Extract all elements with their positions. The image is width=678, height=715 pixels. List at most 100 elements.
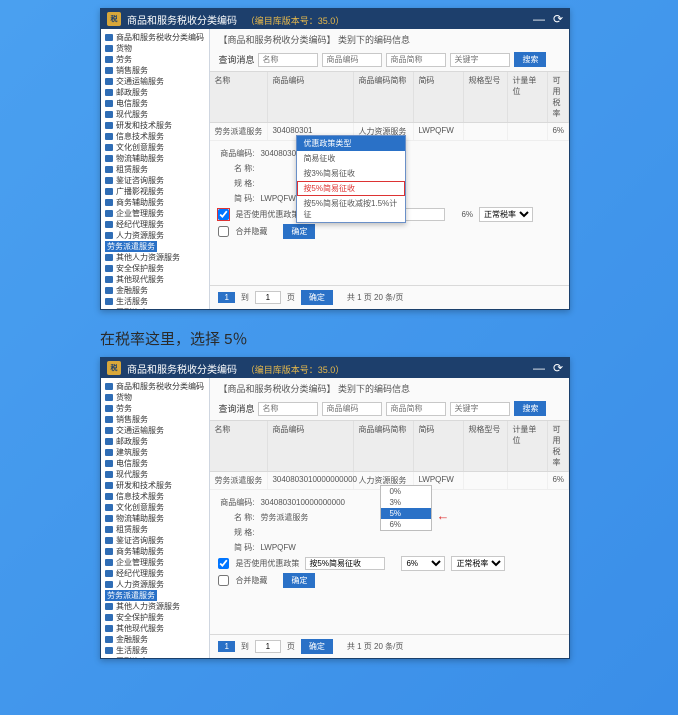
- rate-dropdown[interactable]: 0% 3% 5% 6%: [380, 485, 432, 531]
- tree-item[interactable]: 邮政服务: [103, 87, 207, 98]
- rate-option-3[interactable]: 3%: [381, 497, 431, 508]
- refresh-icon[interactable]: ⟳: [553, 13, 563, 25]
- tree-item[interactable]: 劳务: [103, 403, 207, 414]
- code-value: 3040803010000000000: [260, 496, 345, 509]
- tree-item-selected[interactable]: 劳务派遣服务: [103, 590, 207, 601]
- category-tree[interactable]: 商品和服务税收分类编码 货物 劳务 销售服务 交通运输服务 邮政服务 电信服务 …: [101, 29, 210, 309]
- search-kw-input[interactable]: [450, 402, 510, 416]
- merge-hide-checkbox[interactable]: [218, 575, 229, 586]
- tree-item[interactable]: 文化创意服务: [103, 502, 207, 513]
- tree-item[interactable]: 销售服务: [103, 414, 207, 425]
- tree-item[interactable]: 人力资源服务: [103, 230, 207, 241]
- tree-item[interactable]: 商务辅助服务: [103, 197, 207, 208]
- tree-item[interactable]: 无形资产: [103, 656, 207, 658]
- tree-item[interactable]: 鉴证咨询服务: [103, 535, 207, 546]
- dropdown-option[interactable]: 按3%简易征收: [297, 166, 405, 181]
- tree-item[interactable]: 生活服务: [103, 296, 207, 307]
- tree-item[interactable]: 研发和技术服务: [103, 480, 207, 491]
- th-spec: 规格型号: [464, 421, 508, 471]
- tree-item[interactable]: 其他人力资源服务: [103, 601, 207, 612]
- pager-go-button[interactable]: 确定: [301, 639, 333, 654]
- tree-item[interactable]: 现代服务: [103, 109, 207, 120]
- name-label: 名 称:: [218, 162, 254, 175]
- tree-item[interactable]: 货物: [103, 43, 207, 54]
- table-header: 名称 商品编码 商品编码简称 简码 规格型号 计量单位 可用税率: [210, 71, 569, 123]
- search-abbr-input[interactable]: [386, 53, 446, 67]
- search-kw-input[interactable]: [450, 53, 510, 67]
- rate-select[interactable]: 6%: [401, 556, 445, 571]
- rate-option-5[interactable]: 5%: [381, 508, 431, 519]
- tree-item[interactable]: 信息技术服务: [103, 491, 207, 502]
- tree-item[interactable]: 劳务: [103, 54, 207, 65]
- page-input[interactable]: [255, 291, 281, 304]
- tree-item[interactable]: 其他现代服务: [103, 274, 207, 285]
- rate-mode-select[interactable]: 正常税率: [451, 556, 505, 571]
- merge-hide-checkbox[interactable]: [218, 226, 229, 237]
- policy-checkbox[interactable]: [218, 558, 229, 569]
- dropdown-option[interactable]: 简易征收: [297, 151, 405, 166]
- tree-item[interactable]: 租赁服务: [103, 524, 207, 535]
- rate-option-6[interactable]: 6%: [381, 519, 431, 530]
- tree-item[interactable]: 生活服务: [103, 645, 207, 656]
- tree-item[interactable]: 经纪代理服务: [103, 568, 207, 579]
- page-current[interactable]: 1: [218, 641, 234, 652]
- tree-item[interactable]: 租赁服务: [103, 164, 207, 175]
- minimize-icon[interactable]: —: [533, 362, 545, 374]
- tree-item-selected[interactable]: 劳务派遣服务: [103, 241, 207, 252]
- dropdown-option[interactable]: 按5%简易征收减按1.5%计征: [297, 196, 405, 222]
- tree-item[interactable]: 安全保护服务: [103, 263, 207, 274]
- minimize-icon[interactable]: —: [533, 13, 545, 25]
- rate-mode-select[interactable]: 正常税率: [479, 207, 533, 222]
- tree-item[interactable]: 安全保护服务: [103, 612, 207, 623]
- search-name-input[interactable]: [258, 53, 318, 67]
- tree-item[interactable]: 货物: [103, 392, 207, 403]
- dropdown-option-highlight[interactable]: 按5%简易征收: [297, 181, 405, 196]
- tree-item[interactable]: 信息技术服务: [103, 131, 207, 142]
- tree-item[interactable]: 电信服务: [103, 98, 207, 109]
- search-code-input[interactable]: [322, 402, 382, 416]
- search-name-input[interactable]: [258, 402, 318, 416]
- tree-item[interactable]: 其他现代服务: [103, 623, 207, 634]
- tree-item[interactable]: 无形资产: [103, 307, 207, 309]
- policy-type-input[interactable]: [305, 557, 385, 570]
- confirm-button[interactable]: 确定: [283, 224, 315, 239]
- tree-root[interactable]: 商品和服务税收分类编码: [103, 381, 207, 392]
- tree-item[interactable]: 企业管理服务: [103, 557, 207, 568]
- tree-item[interactable]: 金融服务: [103, 285, 207, 296]
- tree-item[interactable]: 建筑服务: [103, 447, 207, 458]
- tree-item[interactable]: 销售服务: [103, 65, 207, 76]
- tree-item[interactable]: 鉴证咨询服务: [103, 175, 207, 186]
- tree-item[interactable]: 经纪代理服务: [103, 219, 207, 230]
- search-bar: 查询消息 搜索: [210, 50, 569, 71]
- tree-item[interactable]: 文化创意服务: [103, 142, 207, 153]
- tree-item[interactable]: 广播影视服务: [103, 186, 207, 197]
- tree-root[interactable]: 商品和服务税收分类编码: [103, 32, 207, 43]
- rate-option-0[interactable]: 0%: [381, 486, 431, 497]
- search-button[interactable]: 搜索: [514, 52, 546, 67]
- policy-dropdown[interactable]: 优惠政策类型 简易征收 按3%简易征收 按5%简易征收 按5%简易征收减按1.5…: [296, 135, 406, 223]
- pager-go-button[interactable]: 确定: [301, 290, 333, 305]
- tree-item[interactable]: 人力资源服务: [103, 579, 207, 590]
- page-input[interactable]: [255, 640, 281, 653]
- policy-checkbox[interactable]: [218, 209, 229, 220]
- search-button[interactable]: 搜索: [514, 401, 546, 416]
- tree-item[interactable]: 现代服务: [103, 469, 207, 480]
- tree-item[interactable]: 其他人力资源服务: [103, 252, 207, 263]
- search-abbr-input[interactable]: [386, 402, 446, 416]
- tree-item[interactable]: 研发和技术服务: [103, 120, 207, 131]
- refresh-icon[interactable]: ⟳: [553, 362, 563, 374]
- th-avail: 可用税率: [548, 72, 569, 122]
- tree-item[interactable]: 金融服务: [103, 634, 207, 645]
- tree-item[interactable]: 企业管理服务: [103, 208, 207, 219]
- tree-item[interactable]: 物流辅助服务: [103, 153, 207, 164]
- search-code-input[interactable]: [322, 53, 382, 67]
- tree-item[interactable]: 邮政服务: [103, 436, 207, 447]
- tree-item[interactable]: 交通运输服务: [103, 425, 207, 436]
- tree-item[interactable]: 电信服务: [103, 458, 207, 469]
- tree-item[interactable]: 交通运输服务: [103, 76, 207, 87]
- page-current[interactable]: 1: [218, 292, 234, 303]
- tree-item[interactable]: 商务辅助服务: [103, 546, 207, 557]
- tree-item[interactable]: 物流辅助服务: [103, 513, 207, 524]
- category-tree[interactable]: 商品和服务税收分类编码 货物 劳务 销售服务 交通运输服务 邮政服务 建筑服务 …: [101, 378, 210, 658]
- confirm-button[interactable]: 确定: [283, 573, 315, 588]
